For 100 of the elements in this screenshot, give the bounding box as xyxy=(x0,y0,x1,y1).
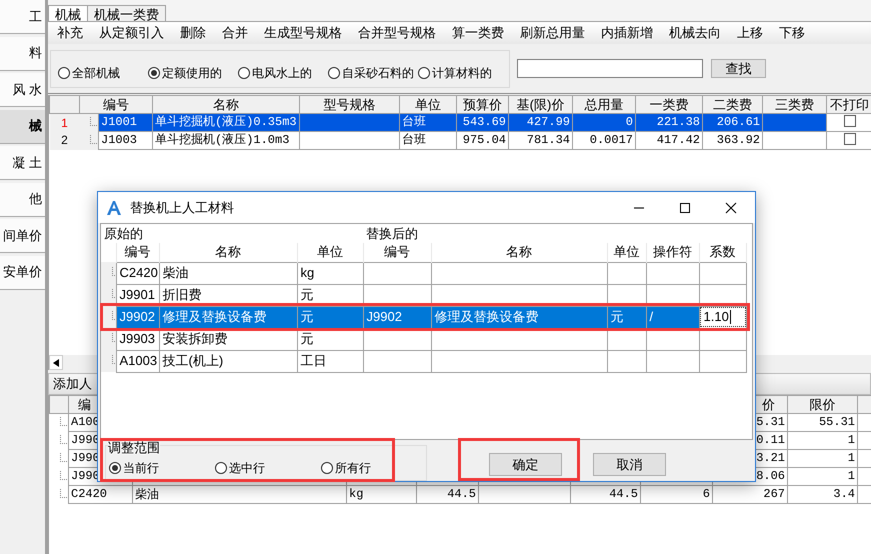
table-cell: 363.92 xyxy=(702,132,762,150)
search-field[interactable] xyxy=(517,59,703,78)
table-cell: 技工(机上) xyxy=(162,353,224,368)
toolbar-item[interactable]: 下移 xyxy=(771,25,813,41)
table-cell: 台班 xyxy=(400,114,456,132)
sidebar-item[interactable]: 他 xyxy=(0,182,45,216)
column-header: 一类费 xyxy=(636,96,702,114)
table-cell: C2420 xyxy=(120,265,158,280)
radio-option[interactable]: 所有行 xyxy=(321,460,371,475)
table-cell: 1 xyxy=(788,468,858,486)
column-header: 不打印 xyxy=(826,96,871,114)
window-title: 替换机上人工材料 xyxy=(130,200,234,216)
table-cell: J9902 xyxy=(366,309,402,324)
checkbox[interactable] xyxy=(844,114,856,127)
table-cell: 柴油 xyxy=(132,486,346,504)
radio-option[interactable]: 定额使用的 xyxy=(148,66,238,80)
table-cell: 55.31 xyxy=(788,414,858,432)
sidebar-item[interactable]: 凝 土 xyxy=(0,146,45,180)
radio-option[interactable]: 电风水上的 xyxy=(238,66,328,80)
toolbar-item[interactable]: 内插新增 xyxy=(593,25,661,41)
toolbar-item[interactable]: 生成型号规格 xyxy=(256,25,350,41)
table-row[interactable]: C2420 柴油 kg xyxy=(101,262,746,284)
tree-line xyxy=(90,116,96,126)
table-cell: 1 xyxy=(788,450,858,468)
column-header: 编号 xyxy=(363,243,431,262)
table-cell: 3.4 xyxy=(788,486,858,504)
sidebar-item[interactable]: 料 xyxy=(0,36,45,70)
factor-input[interactable]: 1.10 xyxy=(700,307,746,327)
dialog-button[interactable]: 取消 xyxy=(593,453,666,476)
sidebar-item[interactable]: 工 xyxy=(0,0,45,34)
search-button[interactable]: 查找 xyxy=(711,59,766,78)
table-cell: 柴油 xyxy=(162,265,188,280)
radio-option[interactable]: 计算材料的 xyxy=(418,66,496,80)
column-header: 二类费 xyxy=(702,96,762,114)
row-number: 2 xyxy=(50,132,80,150)
group-header: 替换后的 xyxy=(366,226,418,241)
table-row[interactable]: J9903 安装拆卸费 元 xyxy=(101,328,746,350)
table-cell: 安装拆卸费 xyxy=(162,331,228,346)
table-cell: 元 xyxy=(300,331,314,346)
table-cell: kg xyxy=(346,486,416,504)
toolbar-item[interactable]: 刷新总用量 xyxy=(512,25,593,41)
table-cell: 单斗挖掘机(液压)1.0m3 xyxy=(152,132,300,150)
column-header: 限价 xyxy=(788,396,858,414)
tree-line xyxy=(60,434,66,444)
column-header: 型号规格 xyxy=(300,96,400,114)
column-header: 总用量 xyxy=(572,96,636,114)
table-cell: 6 xyxy=(640,486,712,504)
column-header: 系数 xyxy=(699,243,746,262)
toolbar-item[interactable]: 从定额引入 xyxy=(91,25,172,41)
table-cell: 台班 xyxy=(400,132,456,150)
column-header: 编号 xyxy=(116,243,159,262)
tab[interactable]: 机械 xyxy=(48,5,88,21)
table-cell: C2420 xyxy=(68,486,132,504)
toolbar-item[interactable]: 合并型号规格 xyxy=(350,25,444,41)
table-cell: 工日 xyxy=(300,353,326,368)
toolbar-item[interactable]: 补充 xyxy=(49,25,91,41)
table-cell: 221.38 xyxy=(636,114,702,132)
column-header: 名称 xyxy=(431,243,607,262)
table-cell: 781.34 xyxy=(508,132,572,150)
toolbar-item[interactable]: 上移 xyxy=(729,25,771,41)
toolbar-item[interactable]: 机械去向 xyxy=(661,25,729,41)
radio-option[interactable]: 全部机械 xyxy=(58,66,148,80)
toolbar-item[interactable]: 算一类费 xyxy=(444,25,512,41)
table-row[interactable]: A1003 技工(机上) 工日 xyxy=(101,350,746,372)
table-row[interactable]: J9901 折旧费 元 xyxy=(101,284,746,306)
sidebar-item[interactable]: 安单价 xyxy=(0,256,45,290)
toolbar-item[interactable]: 合并 xyxy=(214,25,256,41)
table-cell: J1001 xyxy=(98,114,152,132)
column-header: 基(限)价 xyxy=(508,96,572,114)
column-header: 三类费 xyxy=(762,96,826,114)
column-header: 操作符 xyxy=(646,243,699,262)
table-cell: 元 xyxy=(300,287,314,302)
checkbox[interactable] xyxy=(844,132,856,145)
column-header: 单位 xyxy=(297,243,363,262)
sidebar-item[interactable]: 械 xyxy=(0,110,45,144)
table-cell: 修理及替换设备费 xyxy=(162,309,266,324)
scroll-left-button[interactable] xyxy=(49,355,63,370)
column-header: 预算价 xyxy=(456,96,508,114)
table-cell: 417.42 xyxy=(636,132,702,150)
toolbar-item[interactable]: 删除 xyxy=(172,25,214,41)
sidebar-item[interactable]: 间单价 xyxy=(0,219,45,253)
table-cell: A1003 xyxy=(120,353,158,368)
sidebar-item[interactable]: 风 水 xyxy=(0,73,45,107)
tree-line xyxy=(60,416,66,426)
table-cell: J9902 xyxy=(120,309,155,324)
table-cell: 单斗挖掘机(液压)0.35m3 xyxy=(152,114,300,132)
table-cell: 折旧费 xyxy=(162,287,202,302)
table-cell: 267 xyxy=(712,486,788,504)
radio-option[interactable]: 自采砂石料的 xyxy=(328,66,418,80)
table-cell: 0 xyxy=(572,114,636,132)
table-cell: 修理及替换设备费 xyxy=(434,309,538,324)
table-cell: 元 xyxy=(300,309,314,324)
close-icon xyxy=(725,202,737,214)
radio-option[interactable]: 选中行 xyxy=(215,460,265,475)
dialog-button[interactable]: 确定 xyxy=(489,453,562,476)
table-row[interactable]: J9902 修理及替换设备费 元 J9902 修理及替换设备费 元 / 1.10 xyxy=(101,306,746,328)
app-icon xyxy=(106,200,122,216)
group-header: 原始的 xyxy=(104,226,143,241)
column-header: 名称 xyxy=(159,243,297,262)
tab[interactable]: 机械一类费 xyxy=(87,5,166,21)
